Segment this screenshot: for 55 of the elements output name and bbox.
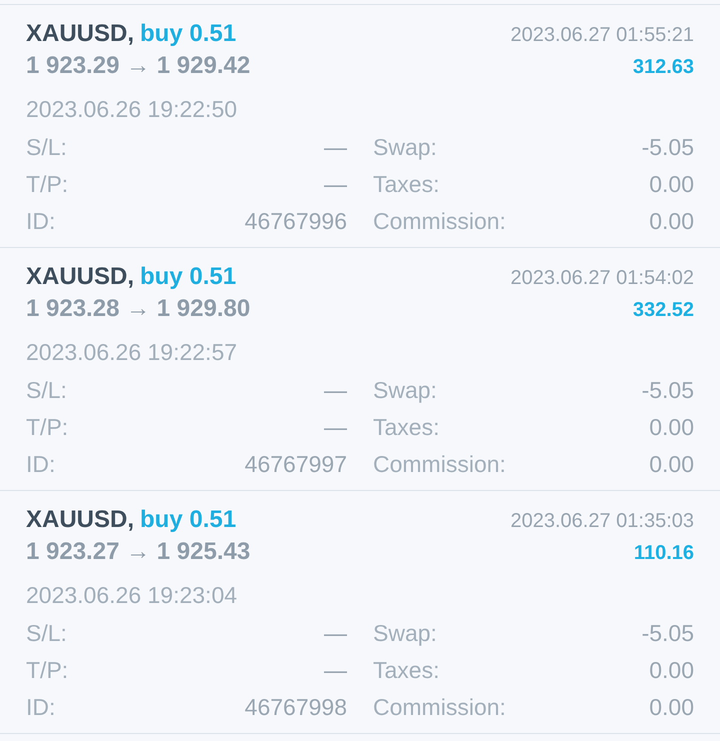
field-label: S/L: xyxy=(26,377,67,404)
order-label: buy 0.51 xyxy=(140,506,236,533)
symbol-label: XAUUSD, xyxy=(26,20,134,47)
field-value: 0.00 xyxy=(649,694,694,721)
field-value: 46767997 xyxy=(244,451,347,478)
field-label: Taxes: xyxy=(373,657,440,684)
field-value: -5.05 xyxy=(642,134,694,161)
field-label: S/L: xyxy=(26,134,67,161)
field-label: Swap: xyxy=(373,620,437,647)
field-label: T/P: xyxy=(26,171,68,198)
field-label: S/L: xyxy=(26,620,67,647)
profit-value: 110.16 xyxy=(634,541,694,566)
field-value: 0.00 xyxy=(649,414,694,441)
field-value: 0.00 xyxy=(649,657,694,684)
symbol-label: XAUUSD, xyxy=(26,263,134,290)
field-value: — xyxy=(324,377,347,404)
profit-value: 332.52 xyxy=(632,298,694,323)
field-label: Taxes: xyxy=(373,171,440,198)
price-range: 1 923.28 → 1 929.80 xyxy=(26,294,250,324)
field-label: T/P: xyxy=(26,414,68,441)
close-time: 2023.06.27 01:54:02 xyxy=(510,266,694,291)
field-label: Commission: xyxy=(373,208,506,235)
field-value: 46767998 xyxy=(244,694,347,721)
order-label: buy 0.51 xyxy=(140,263,236,290)
field-value: 0.00 xyxy=(649,171,694,198)
field-value: 0.00 xyxy=(649,451,694,478)
close-time: 2023.06.27 01:55:21 xyxy=(510,23,694,48)
field-label: Taxes: xyxy=(373,414,440,441)
order-label: buy 0.51 xyxy=(140,20,236,47)
field-label: Commission: xyxy=(373,451,506,478)
position-card[interactable]: XAUUSD, buy 0.51 1 923.27 → 1 925.43 2023.06.27 01:35:03 110.16 2023.06.26 19:23:04 S/L: — Swap: -5.05 T/P: — Taxes: 0.00 ID: 46767998 Commission: 0.00 xyxy=(0,490,720,734)
field-value: — xyxy=(324,620,347,647)
field-label: ID: xyxy=(26,208,56,235)
close-time: 2023.06.27 01:35:03 xyxy=(510,509,694,534)
open-time: 2023.06.26 19:22:50 xyxy=(26,95,238,124)
profit-value: 312.63 xyxy=(632,55,694,80)
field-value: — xyxy=(324,134,347,161)
open-time: 2023.06.26 19:22:57 xyxy=(26,338,238,367)
field-label: ID: xyxy=(26,694,56,721)
field-label: T/P: xyxy=(26,657,68,684)
field-value: -5.05 xyxy=(642,620,694,647)
field-value: 0.00 xyxy=(649,208,694,235)
price-range: 1 923.29 → 1 929.42 xyxy=(26,51,250,81)
field-label: ID: xyxy=(26,451,56,478)
field-label: Swap: xyxy=(373,134,437,161)
field-value: — xyxy=(324,414,347,441)
field-value: — xyxy=(324,171,347,198)
price-range: 1 923.27 → 1 925.43 xyxy=(26,537,250,567)
symbol-label: XAUUSD, xyxy=(26,506,134,533)
field-label: Commission: xyxy=(373,694,506,721)
open-time: 2023.06.26 19:23:04 xyxy=(26,581,238,610)
field-value: -5.05 xyxy=(642,377,694,404)
field-value: — xyxy=(324,657,347,684)
field-label: Swap: xyxy=(373,377,437,404)
field-value: 46767996 xyxy=(244,208,347,235)
